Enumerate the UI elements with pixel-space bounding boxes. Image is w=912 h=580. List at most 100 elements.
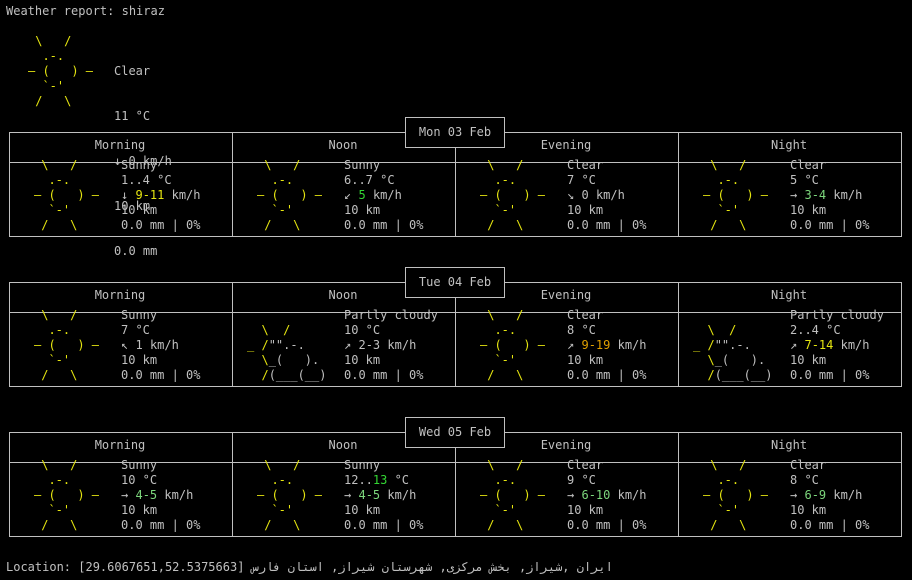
sun-icon: \ / .-. ― ( ) ― `-' / \ xyxy=(257,158,323,232)
visibility: 10 km xyxy=(567,353,604,367)
condition: Clear xyxy=(790,458,827,472)
period-info: Partly cloudy 2..4 °C ↗ 7-14 km/h 10 km 0.0 … xyxy=(790,308,884,383)
period-header-morning: Morning xyxy=(94,288,146,302)
temperature: 6..7 °C xyxy=(344,173,395,187)
wind: → 4-5 km/h xyxy=(121,488,200,503)
condition: Clear xyxy=(567,158,604,172)
wind: → 6-9 km/h xyxy=(790,488,869,503)
period-info: Sunny 12..13 °C → 4-5 km/h 10 km 0.0 mm | 0% xyxy=(344,458,423,533)
temperature: 1..4 °C xyxy=(121,173,172,187)
temperature: 10 °C xyxy=(344,323,381,337)
wind-direction-icon: → xyxy=(567,488,575,502)
visibility: 10 km xyxy=(567,203,604,217)
temperature: 7 °C xyxy=(121,323,150,337)
temperature: 12..13 °C xyxy=(344,473,410,487)
period-header-night: Night xyxy=(770,288,808,302)
wind-speed: 2-3 xyxy=(358,338,381,352)
period-info: Partly cloudy 10 °C ↗ 2-3 km/h 10 km 0.0 mm … xyxy=(344,308,438,383)
temperature: 5 °C xyxy=(790,173,819,187)
precipitation: 0.0 mm | 0% xyxy=(344,218,424,232)
precipitation: 0.0 mm | 0% xyxy=(790,218,870,232)
wind-unit: km/h xyxy=(149,338,179,352)
sun-icon: \ / .-. ― ( ) ― `-' / \ xyxy=(703,458,769,532)
wind: ↗ 9-19 km/h xyxy=(567,338,647,353)
period-header-morning: Morning xyxy=(94,438,146,452)
wind-speed: 1 xyxy=(135,338,143,352)
visibility: 10 km xyxy=(121,203,158,217)
wind-speed: 0 xyxy=(581,188,589,202)
condition: Clear xyxy=(790,158,827,172)
precipitation: 0.0 mm | 0% xyxy=(567,518,647,532)
period-info: Sunny 1..4 °C ↓ 9-11 km/h 10 km 0.0 mm | 0% xyxy=(121,158,201,233)
sun-icon: \ / .-. ― ( ) ― `-' / \ xyxy=(703,158,769,232)
period-info: Sunny 10 °C → 4-5 km/h 10 km 0.0 mm | 0% xyxy=(121,458,200,533)
wind: → 6-10 km/h xyxy=(567,488,647,503)
wind-speed: 4-5 xyxy=(358,488,381,502)
precipitation: 0.0 mm | 0% xyxy=(567,218,647,232)
partly-cloudy-icon: \ / _ /"".-. \_( ). /(___(__) xyxy=(693,323,773,382)
condition: Clear xyxy=(567,458,604,472)
period-info: Clear 8 °C ↗ 9-19 km/h 10 km 0.0 mm | 0% xyxy=(567,308,647,383)
temperature: 8 °C xyxy=(567,323,596,337)
temperature: 2..4 °C xyxy=(790,323,841,337)
wind-unit: km/h xyxy=(833,488,863,502)
condition: Sunny xyxy=(121,158,158,172)
sun-icon: \ / .-. ― ( ) ― `-' / \ xyxy=(34,158,100,232)
sun-icon: \ / .-. ― ( ) ― `-' / \ xyxy=(480,158,546,232)
current-condition: Clear xyxy=(114,64,151,78)
date-label: Tue 04 Feb xyxy=(405,267,505,298)
wind: ↖ 1 km/h xyxy=(121,338,200,353)
visibility: 10 km xyxy=(790,353,827,367)
period-header-night: Night xyxy=(770,438,808,452)
wind-unit: km/h xyxy=(372,188,402,202)
wind-direction-icon: ↖ xyxy=(121,338,129,352)
precipitation: 0.0 mm | 0% xyxy=(121,518,201,532)
wind: → 3-4 km/h xyxy=(790,188,869,203)
current-weather-sun-icon: \ / .-. ― ( ) ― `-' / \ xyxy=(28,34,94,108)
wind-unit: km/h xyxy=(840,338,870,352)
precipitation: 0.0 mm | 0% xyxy=(344,518,424,532)
wind-direction-icon: ↘ xyxy=(567,188,575,202)
wind-direction-icon: ↗ xyxy=(790,338,798,352)
wind: ↙ 5 km/h xyxy=(344,188,423,203)
wind-unit: km/h xyxy=(833,188,863,202)
partly-cloudy-icon: \ / _ /"".-. \_( ). /(___(__) xyxy=(247,323,327,382)
wind-speed: 9-11 xyxy=(135,188,165,202)
wind: ↘ 0 km/h xyxy=(567,188,646,203)
wind-speed: 9-19 xyxy=(581,338,611,352)
temperature: 9 °C xyxy=(567,473,596,487)
visibility: 10 km xyxy=(344,353,381,367)
date-label: Wed 05 Feb xyxy=(405,417,505,448)
wind-direction-icon: → xyxy=(344,488,352,502)
wind-unit: km/h xyxy=(164,488,194,502)
period-info: Clear 5 °C → 3-4 km/h 10 km 0.0 mm | 0% xyxy=(790,158,869,233)
visibility: 10 km xyxy=(567,503,604,517)
wind-speed: 7-14 xyxy=(804,338,834,352)
period-info: Sunny 7 °C ↖ 1 km/h 10 km 0.0 mm | 0% xyxy=(121,308,200,383)
wind-direction-icon: → xyxy=(121,488,129,502)
wind-direction-icon: ↙ xyxy=(344,188,352,202)
current-precipitation: 0.0 mm xyxy=(114,244,158,258)
condition: Partly cloudy xyxy=(344,308,438,322)
forecast-day: Morning Noon Evening Night Mon 03 Feb \ / .-… xyxy=(9,117,902,237)
wind: ↗ 7-14 km/h xyxy=(790,338,884,353)
sun-icon: \ / .-. ― ( ) ― `-' / \ xyxy=(34,458,100,532)
precipitation: 0.0 mm | 0% xyxy=(344,368,424,382)
wind-direction-icon: ↗ xyxy=(567,338,575,352)
temperature: 10 °C xyxy=(121,473,158,487)
precipitation: 0.0 mm | 0% xyxy=(121,218,201,232)
wind: ↓ 9-11 km/h xyxy=(121,188,201,203)
precipitation: 0.0 mm | 0% xyxy=(790,518,870,532)
wind: → 4-5 km/h xyxy=(344,488,423,503)
sun-icon: \ / .-. ― ( ) ― `-' / \ xyxy=(34,308,100,382)
wind-unit: km/h xyxy=(387,488,417,502)
period-info: Clear 7 °C ↘ 0 km/h 10 km 0.0 mm | 0% xyxy=(567,158,646,233)
wind-direction-icon: ↓ xyxy=(121,188,129,202)
wind-unit: km/h xyxy=(171,188,201,202)
temperature: 8 °C xyxy=(790,473,819,487)
period-info: Clear 8 °C → 6-9 km/h 10 km 0.0 mm | 0% xyxy=(790,458,869,533)
period-info: Sunny 6..7 °C ↙ 5 km/h 10 km 0.0 mm | 0% xyxy=(344,158,423,233)
visibility: 10 km xyxy=(790,503,827,517)
sun-icon: \ / .-. ― ( ) ― `-' / \ xyxy=(480,458,546,532)
condition: Clear xyxy=(567,308,604,322)
